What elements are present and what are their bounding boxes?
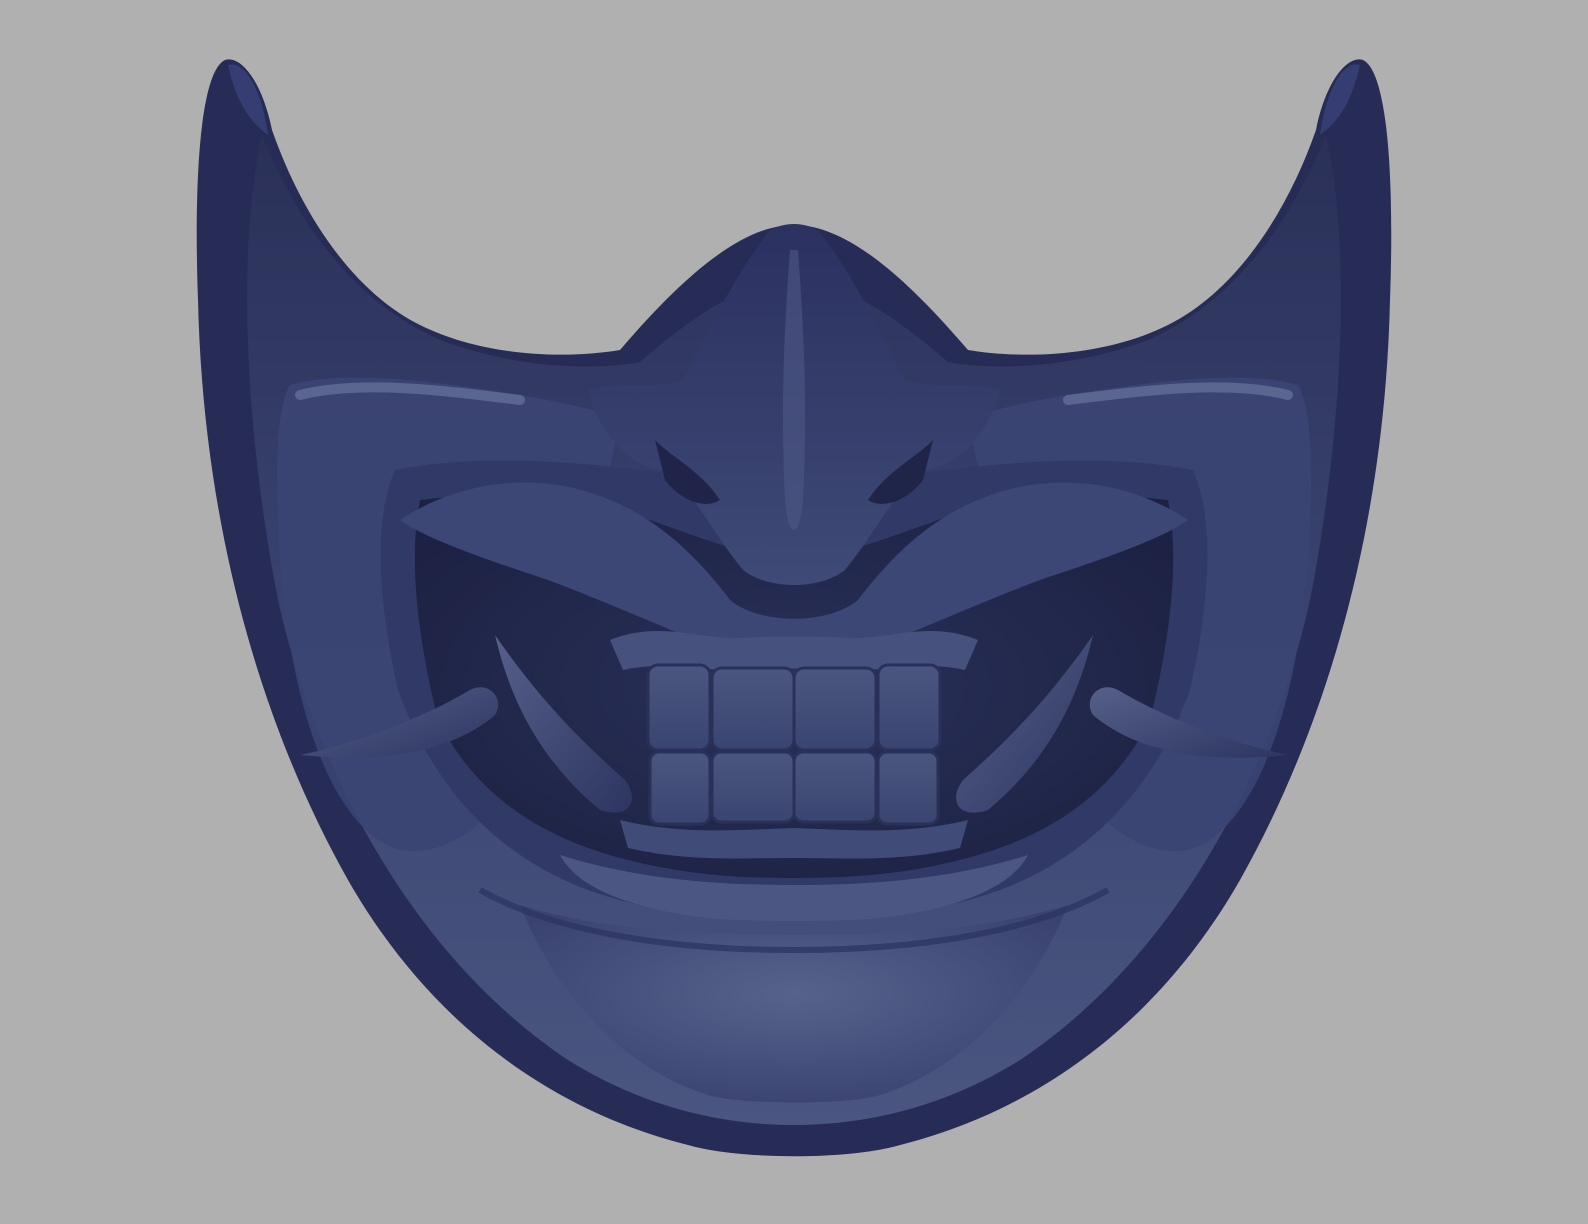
render-viewport	[0, 0, 1588, 1224]
tooth	[876, 663, 942, 752]
tooth	[792, 750, 878, 824]
mask-render-image	[0, 0, 1588, 1224]
tooth	[648, 750, 712, 826]
lower-teeth	[648, 750, 940, 826]
tooth	[710, 666, 796, 752]
tooth	[792, 666, 878, 752]
tooth	[876, 750, 940, 826]
tooth	[646, 663, 712, 752]
tooth	[710, 750, 796, 824]
upper-teeth	[646, 663, 942, 752]
